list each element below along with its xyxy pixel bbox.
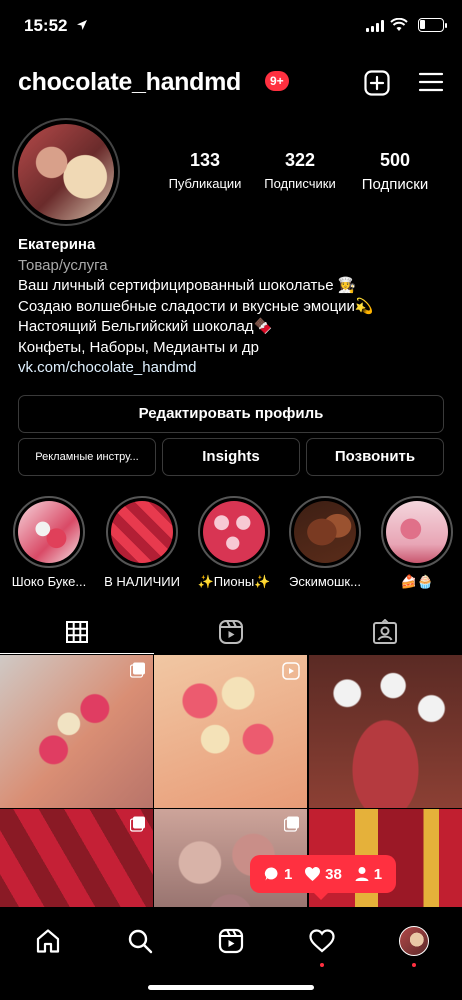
reel-icon	[282, 662, 300, 685]
likes-count: 38	[304, 866, 342, 883]
edit-profile-button[interactable]: Редактировать профиль	[18, 395, 444, 433]
multi-photo-icon	[129, 662, 146, 683]
bio-line: Ваш личный сертифицированный шоколатье 👩…	[18, 277, 357, 294]
home-indicator	[148, 985, 314, 990]
multi-photo-icon	[129, 816, 146, 837]
highlight-cover	[386, 501, 448, 563]
status-bar: 15:52	[0, 0, 462, 52]
home-icon	[36, 929, 60, 953]
profile-link[interactable]: vk.com/chocolate_handmd	[18, 358, 448, 379]
location-arrow-icon	[76, 18, 88, 36]
highlight-label: Шоко Буке...	[11, 574, 87, 589]
stat-following[interactable]: 500 Подписки	[350, 150, 440, 193]
wifi-icon	[390, 17, 408, 37]
highlight-cover	[18, 501, 80, 563]
nav-home[interactable]	[28, 921, 68, 961]
highlight-label: 🍰🧁	[400, 574, 434, 589]
highlight-cover	[294, 501, 356, 563]
status-time: 15:52	[24, 16, 68, 35]
call-button[interactable]: Позвонить	[306, 438, 444, 476]
comments-count: 1	[264, 866, 292, 883]
highlight-cover	[111, 501, 173, 563]
person-icon	[355, 867, 369, 881]
stat-followers-count: 322	[284, 150, 316, 170]
nav-reels[interactable]	[211, 921, 251, 961]
profile-avatar-small	[399, 926, 429, 956]
comment-icon	[264, 867, 278, 881]
post-thumbnail[interactable]	[0, 809, 153, 907]
highlight-label: Эскимошк...	[289, 574, 361, 589]
profile-avatar[interactable]	[12, 118, 120, 226]
tagged-user-icon	[373, 619, 397, 644]
heart-icon	[309, 929, 335, 953]
activity-notification[interactable]: 1 38 1	[250, 855, 396, 900]
profile-header: chocolate_handmd 9+	[0, 60, 462, 106]
profile-category: Товар/услуга	[18, 257, 108, 274]
bio-line: Настоящий Бельгийский шоколад🍫	[18, 318, 273, 335]
comments-count-value: 1	[283, 865, 293, 883]
menu-icon[interactable]	[418, 70, 444, 99]
highlight-item[interactable]: 🍰🧁	[372, 496, 462, 590]
profile-name: Екатерина	[18, 236, 96, 253]
post-thumbnail[interactable]	[154, 655, 307, 808]
reels-icon	[218, 928, 244, 954]
grid-icon	[66, 620, 88, 643]
post-thumbnail[interactable]	[309, 655, 462, 808]
nav-search[interactable]	[120, 921, 160, 961]
nav-activity[interactable]	[302, 921, 342, 967]
insights-button[interactable]: Insights	[162, 438, 300, 476]
highlight-item[interactable]: Шоко Буке...	[4, 496, 94, 589]
highlight-item[interactable]: Эскимошк...	[280, 496, 370, 589]
cellular-signal-icon	[366, 20, 384, 32]
profile-bio: Екатерина Товар/услуга Ваш личный сертиф…	[18, 236, 448, 379]
bio-line: Конфеты, Наборы, Медианты и др	[18, 338, 259, 356]
profile-username[interactable]: chocolate_handmd	[18, 68, 241, 97]
stat-following-label: Подписки	[361, 176, 429, 193]
multi-photo-icon	[283, 816, 300, 837]
post-thumbnail[interactable]	[0, 655, 153, 808]
bio-line: Создаю волшебные сладости и вкусные эмоц…	[18, 297, 374, 315]
stat-followers-label: Подписчики	[264, 176, 336, 191]
search-icon	[128, 929, 153, 954]
stat-posts-label: Публикации	[168, 176, 242, 191]
story-highlights: Шоко Буке... В НАЛИЧИИ ✨Пионы✨ Эскимошк.…	[0, 496, 462, 596]
stat-followers[interactable]: 322 Подписчики	[255, 150, 345, 193]
followers-count: 1	[354, 866, 382, 883]
ad-tools-button[interactable]: Рекламные инстру...	[18, 438, 156, 476]
stat-posts-count: 133	[189, 150, 221, 170]
tab-reels[interactable]	[154, 610, 308, 654]
highlight-cover	[203, 501, 265, 563]
stat-following-count: 500	[379, 150, 411, 170]
new-post-icon[interactable]	[364, 70, 390, 101]
followers-count-value: 1	[373, 865, 383, 883]
tab-posts-grid[interactable]	[0, 610, 154, 654]
battery-icon	[418, 18, 447, 32]
activity-dot	[320, 963, 324, 967]
notification-badge[interactable]: 9+	[265, 71, 289, 91]
stat-posts[interactable]: 133 Публикации	[160, 150, 250, 193]
highlight-label: ✨Пионы✨	[197, 574, 271, 589]
highlight-item[interactable]: ✨Пионы✨	[189, 496, 279, 590]
nav-profile[interactable]	[394, 921, 434, 967]
highlight-label: В НАЛИЧИИ	[104, 574, 180, 589]
highlight-item[interactable]: В НАЛИЧИИ	[97, 496, 187, 589]
heart-icon	[305, 867, 321, 881]
likes-count-value: 38	[325, 865, 342, 883]
avatar-image	[18, 124, 114, 220]
reels-icon	[219, 620, 243, 644]
profile-tabs	[0, 610, 462, 654]
profile-stats: 133 Публикации 322 Подписчики 500 Подпис…	[160, 150, 440, 193]
profile-dot	[412, 963, 416, 967]
tab-tagged[interactable]	[308, 610, 462, 654]
